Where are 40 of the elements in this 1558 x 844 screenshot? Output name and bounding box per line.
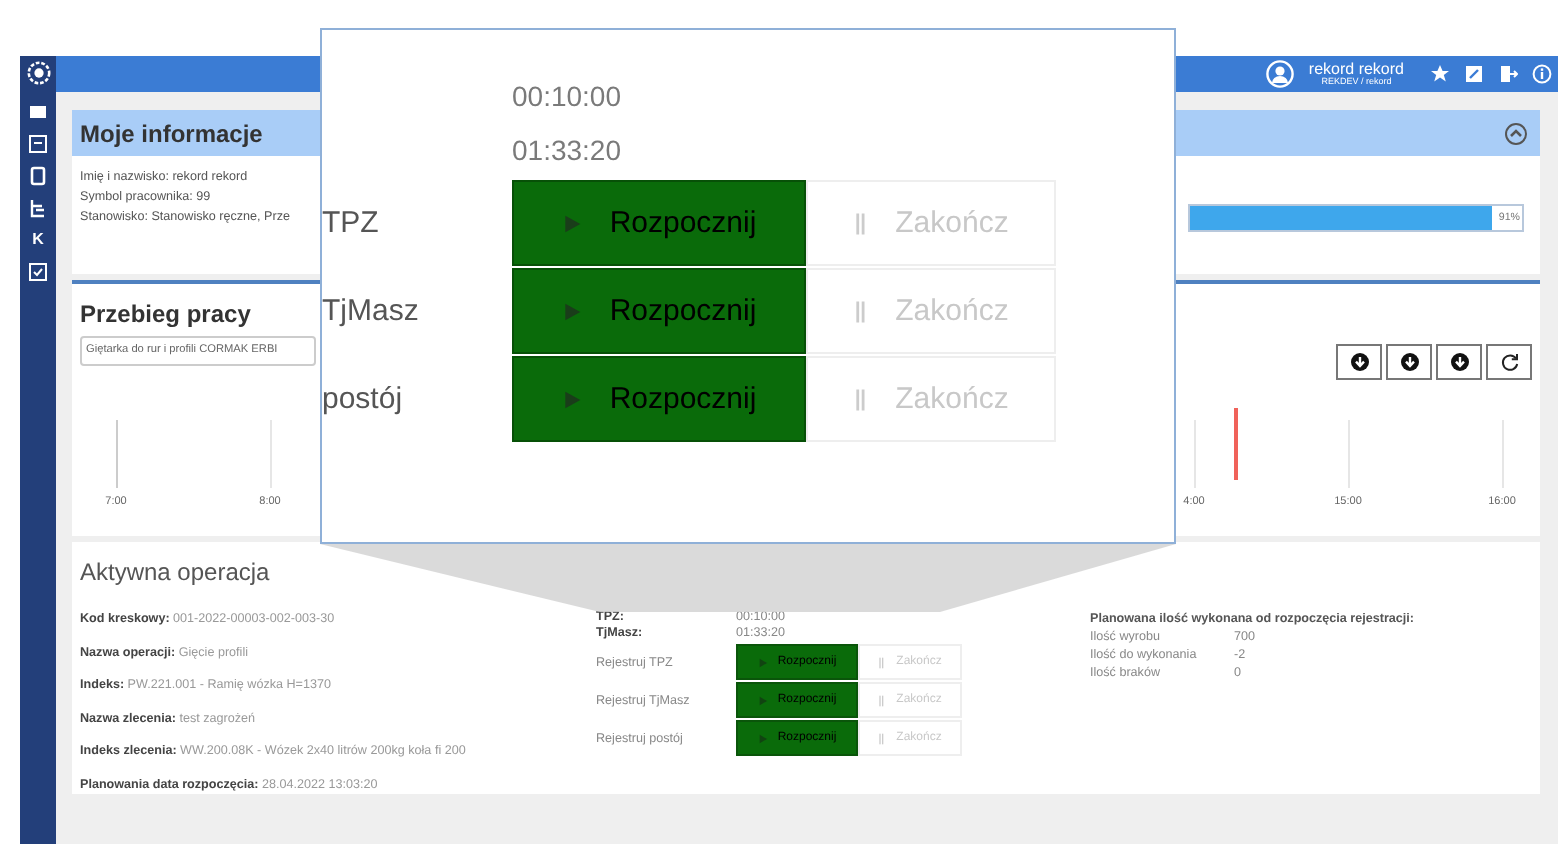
- user-avatar-icon: [1266, 60, 1295, 88]
- logo-icon: [25, 60, 51, 86]
- play-icon: [561, 213, 582, 233]
- play-icon: [561, 301, 582, 321]
- play-icon: [757, 657, 768, 667]
- register-label: TPZ: [322, 206, 381, 240]
- edit-icon[interactable]: [1464, 64, 1484, 84]
- checkbox-icon[interactable]: [28, 262, 48, 282]
- play-icon: [561, 389, 582, 409]
- tree-icon[interactable]: [28, 198, 48, 218]
- time-value: 01:33:20: [512, 132, 623, 170]
- card-title: Moje informacje: [80, 119, 263, 147]
- time-value: 00:10:00: [512, 78, 623, 116]
- user-name: rekord rekord: [1308, 61, 1404, 78]
- download-button[interactable]: [1336, 344, 1382, 380]
- download-icon: [1449, 352, 1469, 372]
- card-title: Przebieg pracy: [80, 300, 251, 328]
- download-button[interactable]: [1386, 344, 1432, 380]
- star-icon[interactable]: [1430, 64, 1450, 84]
- play-icon: [757, 695, 768, 705]
- document-icon[interactable]: [28, 166, 48, 186]
- section-title: Aktywna operacja: [80, 558, 270, 586]
- download-icon: [1399, 352, 1419, 372]
- play-icon: [757, 733, 768, 743]
- start-button[interactable]: Rozpocznij: [512, 356, 806, 442]
- start-button[interactable]: Rozpocznij: [512, 180, 806, 266]
- register-label: postój: [322, 382, 405, 416]
- refresh-icon: [1499, 352, 1519, 372]
- download-icon: [1349, 352, 1369, 372]
- refresh-button[interactable]: [1486, 344, 1532, 380]
- sidebar-item[interactable]: K: [32, 230, 44, 250]
- info-icon[interactable]: [1532, 64, 1552, 84]
- register-label: TjMasz: [322, 294, 421, 328]
- list-icon[interactable]: [28, 134, 48, 154]
- menu-icon[interactable]: [28, 102, 48, 122]
- start-button[interactable]: Rozpocznij: [512, 268, 806, 354]
- current-time-line: [1234, 408, 1237, 480]
- collapse-icon[interactable]: [1504, 121, 1528, 145]
- download-button[interactable]: [1436, 344, 1482, 380]
- logout-icon[interactable]: [1498, 64, 1518, 84]
